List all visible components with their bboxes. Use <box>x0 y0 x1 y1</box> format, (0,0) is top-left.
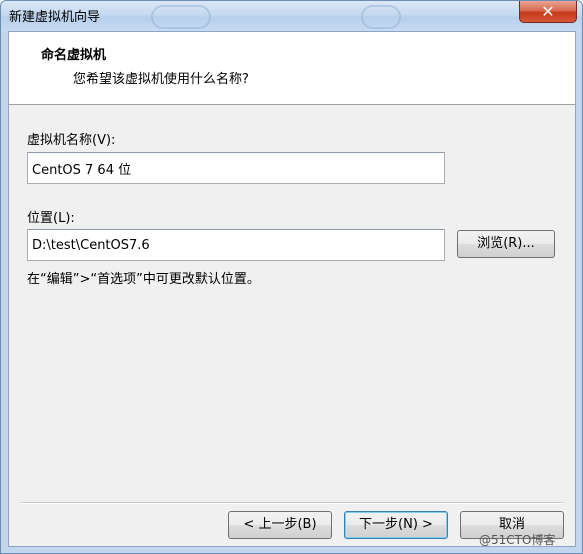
next-button[interactable]: 下一步(N) > <box>344 511 448 539</box>
watermark: @51CTO博客 <box>479 533 556 547</box>
vm-name-label: 虚拟机名称(V): <box>27 133 116 148</box>
vm-name-input[interactable] <box>27 152 445 184</box>
browse-button[interactable]: 浏览(R)... <box>457 230 555 258</box>
page-subtitle: 您希望该虚拟机使用什么名称? <box>73 72 249 87</box>
location-input[interactable] <box>27 229 445 261</box>
page-title: 命名虚拟机 <box>41 48 107 63</box>
window-title: 新建虚拟机向导 <box>9 10 101 25</box>
footer-divider <box>21 502 563 504</box>
wizard-client-area: 命名虚拟机 您希望该虚拟机使用什么名称? 虚拟机名称(V): 位置(L): 浏览… <box>8 31 576 547</box>
back-button[interactable]: < 上一步(B) <box>228 511 332 539</box>
titlebar-decoration <box>361 5 401 29</box>
wizard-window: 新建虚拟机向导 ✕ 命名虚拟机 您希望该虚拟机使用什么名称? 虚拟机名称(V):… <box>0 0 583 554</box>
titlebar-decoration <box>151 5 211 29</box>
location-label: 位置(L): <box>27 211 75 226</box>
close-button[interactable]: ✕ <box>519 1 577 23</box>
close-icon: ✕ <box>541 2 555 21</box>
title-bar[interactable]: 新建虚拟机向导 ✕ <box>1 1 582 31</box>
wizard-header: 命名虚拟机 您希望该虚拟机使用什么名称? <box>9 32 575 105</box>
location-hint: 在“编辑”>“首选项”中可更改默认位置。 <box>27 272 260 287</box>
